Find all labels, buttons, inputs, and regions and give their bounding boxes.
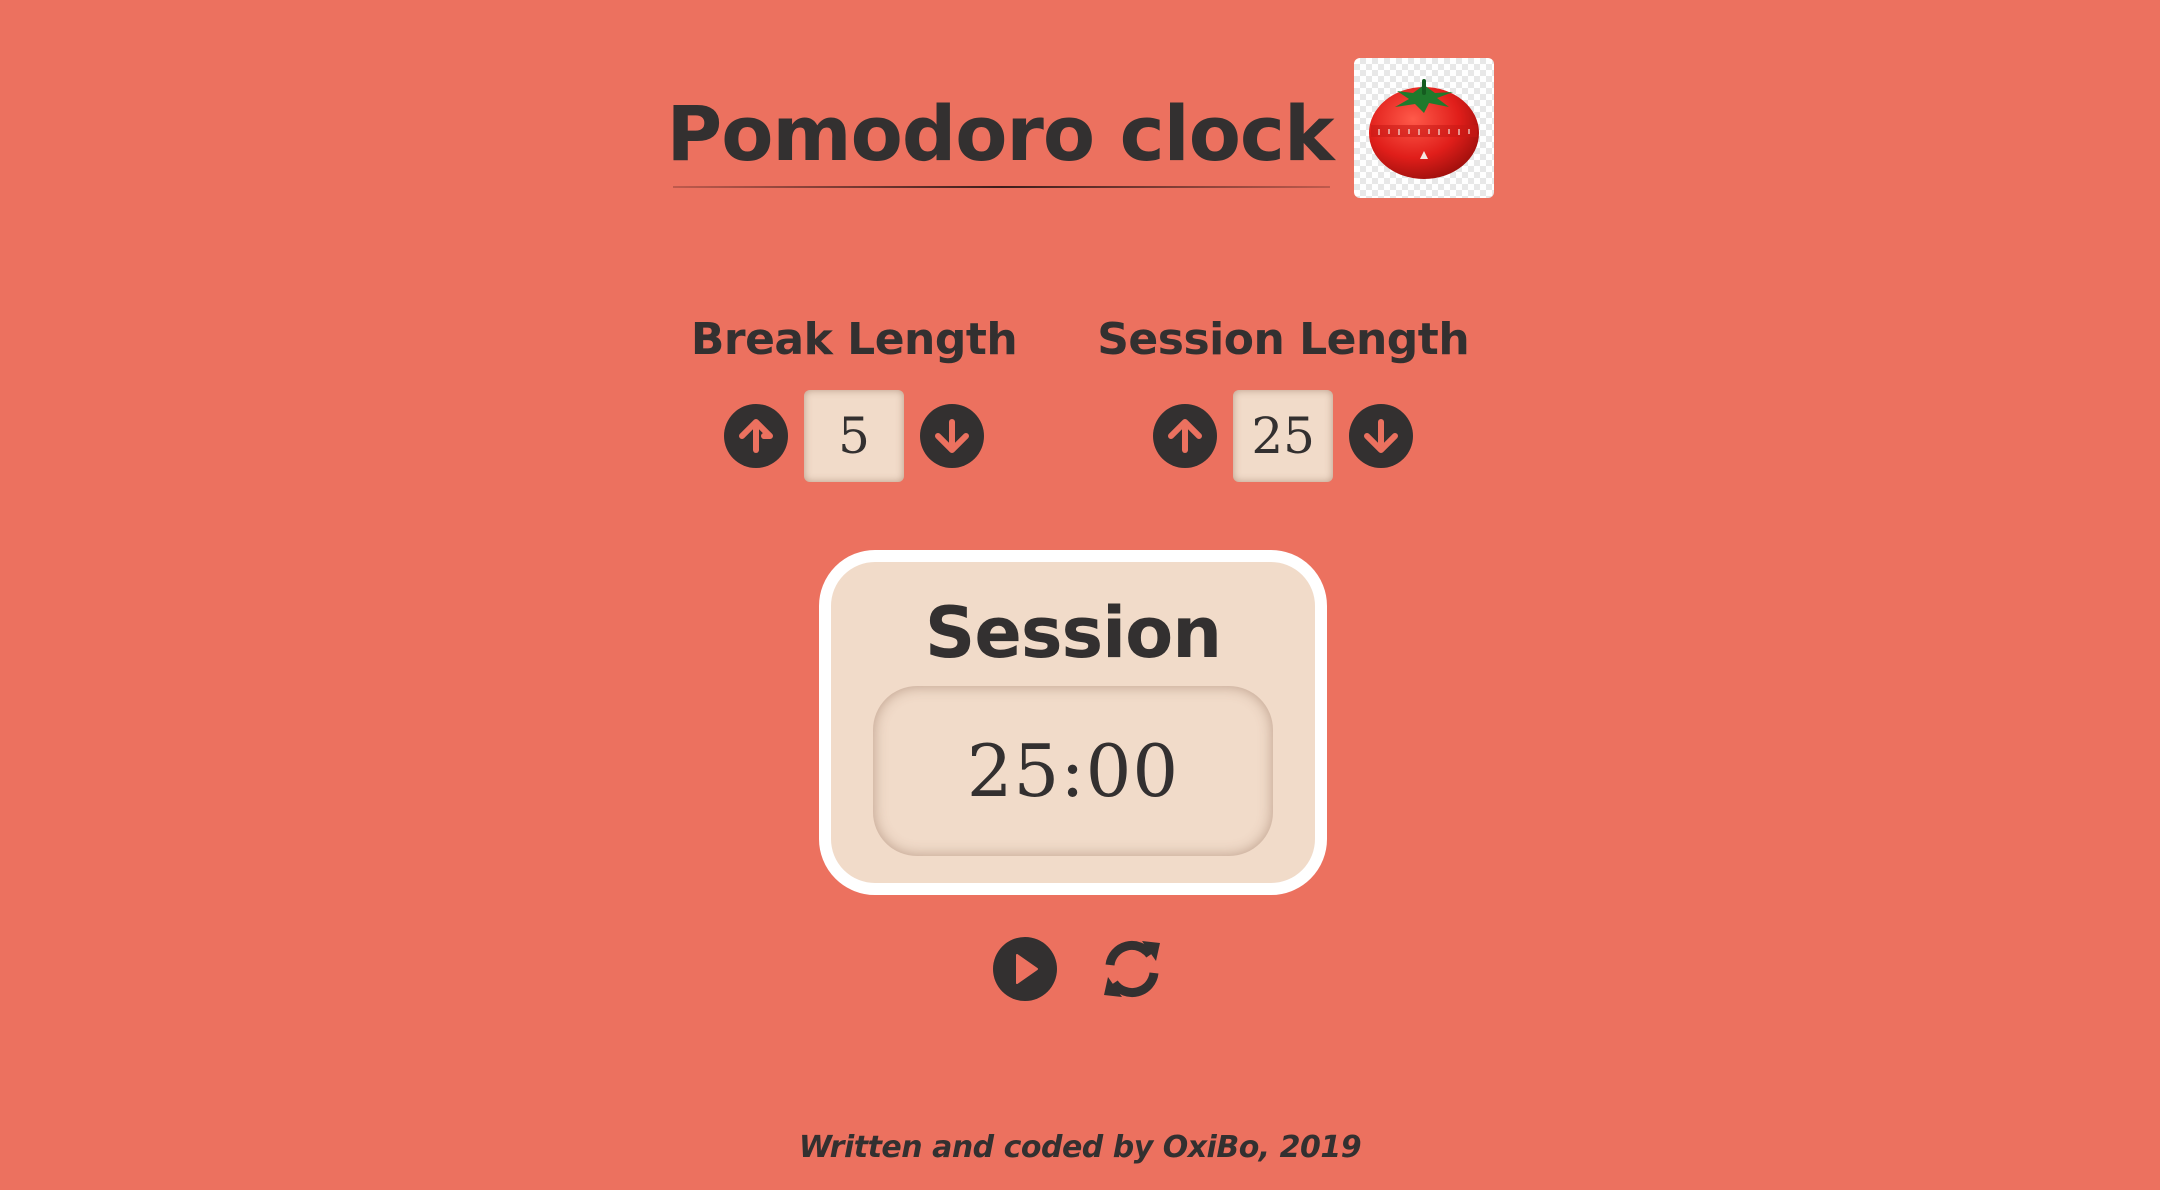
arrow-up-icon <box>739 419 774 453</box>
time-left-display: 25:00 <box>873 686 1273 856</box>
timer-panel: Session 25:00 <box>819 550 1327 895</box>
session-length-row: 25 <box>1153 390 1414 482</box>
arrow-up-icon <box>1168 419 1203 453</box>
refresh-icon <box>1104 941 1160 997</box>
footer-credit: Written and coded by OxiBo, 2019 <box>798 1130 1362 1165</box>
start-stop-button[interactable] <box>993 937 1057 1001</box>
header: Pomodoro clock <box>0 58 2160 198</box>
page-title: Pomodoro clock <box>667 66 1340 190</box>
session-length-value: 25 <box>1233 390 1334 482</box>
playback-controls <box>0 934 2160 1004</box>
arrow-down-icon <box>1364 419 1399 453</box>
break-decrement-button[interactable] <box>920 404 985 468</box>
break-length-label: Break Length <box>690 314 1018 365</box>
break-length-row: 5 <box>724 390 985 482</box>
play-icon <box>1016 954 1038 984</box>
tomato-timer-icon <box>1353 58 1494 198</box>
session-length-label: Session Length <box>1097 314 1470 365</box>
break-increment-button[interactable] <box>724 404 789 468</box>
arrow-down-icon <box>935 419 970 453</box>
session-decrement-button[interactable] <box>1349 404 1414 468</box>
length-controls: Break Length 5 Session Length 25 <box>0 300 2160 482</box>
timer-label: Session <box>924 592 1222 674</box>
session-increment-button[interactable] <box>1153 404 1218 468</box>
break-length-control: Break Length 5 <box>690 300 1018 482</box>
reset-button[interactable] <box>1097 934 1167 1004</box>
break-length-value: 5 <box>804 390 905 482</box>
session-length-control: Session Length 25 <box>1097 300 1470 482</box>
